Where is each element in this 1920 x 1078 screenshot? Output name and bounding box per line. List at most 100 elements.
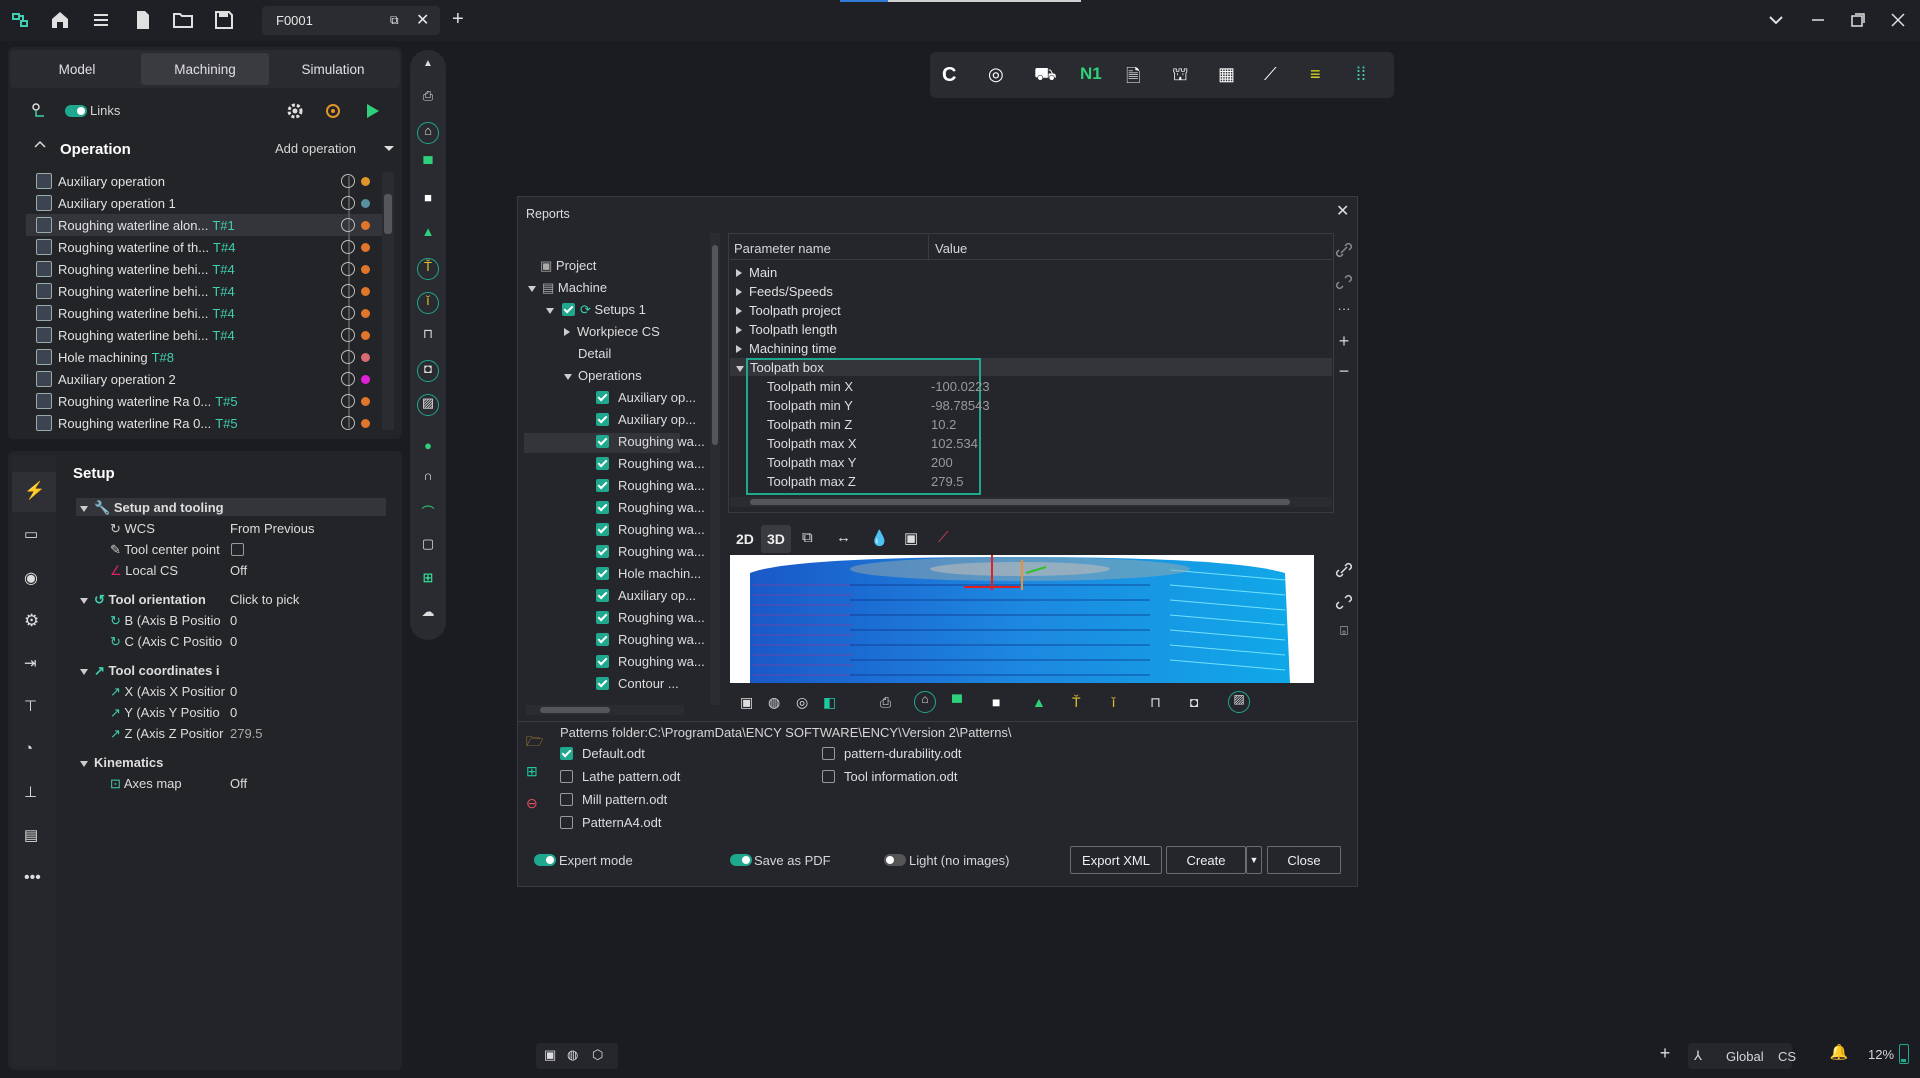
coordinate-system-selector[interactable]: ⅄ Global CS — [1688, 1043, 1796, 1069]
spindle-icon[interactable]: ⊓ — [1150, 694, 1161, 711]
machine-view-icon[interactable]: ⎙ — [880, 694, 891, 711]
operation-link-marker[interactable] — [341, 328, 355, 342]
operation-checkbox[interactable] — [596, 501, 609, 514]
new-file-icon[interactable] — [131, 8, 155, 32]
add-operation-button[interactable]: Add operation — [275, 141, 356, 156]
tree-vscrollbar[interactable] — [710, 233, 720, 705]
tool-center-point-checkbox[interactable] — [231, 543, 244, 556]
operation-checkbox[interactable] — [596, 677, 609, 690]
list-item[interactable]: Auxiliary operation 1 — [26, 192, 394, 214]
machine-icon[interactable]: ⛟ — [1034, 64, 1057, 86]
tree-operation-item[interactable]: Auxiliary op... — [618, 390, 696, 405]
target-icon[interactable] — [323, 101, 343, 121]
add-icon[interactable]: + — [1333, 331, 1355, 353]
screenshot-icon[interactable]: ⧉ — [802, 529, 813, 546]
list-item[interactable]: Roughing waterline behi... T#4 — [26, 280, 394, 302]
list-item[interactable]: Roughing waterline behi... T#4 — [26, 302, 394, 324]
menu-icon[interactable] — [89, 8, 113, 32]
tool-icon[interactable]: ǐ — [1112, 694, 1115, 710]
operation-checkbox[interactable] — [596, 611, 609, 624]
tree-operation-item[interactable]: Roughing wa... — [618, 610, 705, 625]
view-2d-button[interactable]: 2D — [736, 531, 754, 547]
save-icon[interactable] — [212, 8, 236, 32]
axis-c-value[interactable]: 0 — [230, 634, 237, 649]
stack-icon[interactable]: ≡ — [1310, 64, 1332, 86]
operation-checkbox[interactable] — [596, 413, 609, 426]
home-icon[interactable] — [48, 8, 72, 32]
list-item[interactable]: Auxiliary operation — [26, 170, 394, 192]
scrollbar-thumb[interactable] — [540, 707, 610, 713]
surface-icon[interactable]: ⌒ — [417, 502, 439, 524]
operation-checkbox[interactable] — [596, 567, 609, 580]
tools-box-icon[interactable]: ⛫ — [1172, 64, 1194, 86]
add-tab-icon[interactable]: + — [452, 8, 476, 32]
view-box-icon[interactable]: ▣ — [740, 694, 753, 711]
operation-checkbox[interactable] — [596, 633, 609, 646]
operation-checkbox[interactable] — [596, 589, 609, 602]
scrollbar-thumb[interactable] — [712, 245, 718, 445]
group-toolpath-length[interactable]: Toolpath length — [736, 322, 837, 337]
report-icon[interactable]: ▦ — [1218, 64, 1240, 86]
pattern-checkbox[interactable] — [560, 747, 573, 760]
head-icon[interactable]: ◘ — [1190, 694, 1198, 710]
tree-operation-item[interactable]: Roughing wa... — [618, 456, 705, 471]
close-tab-icon[interactable]: ✕ — [416, 6, 429, 35]
group-machining-time[interactable]: Machining time — [736, 341, 836, 356]
tree-detail[interactable]: Detail — [578, 346, 611, 361]
stock-icon[interactable]: ▀ — [417, 156, 439, 178]
compass-icon[interactable]: ◉ — [24, 568, 44, 588]
setup-icon[interactable]: ⚡ — [24, 481, 45, 501]
operation-link-marker[interactable] — [341, 262, 355, 276]
tree-operation-item[interactable]: Roughing wa... — [618, 632, 705, 647]
pattern-checkbox[interactable] — [560, 793, 573, 806]
export-xml-button[interactable]: Export XML — [1070, 846, 1162, 874]
operation-link-marker[interactable] — [341, 416, 355, 430]
operation-link-marker[interactable] — [341, 372, 355, 386]
curve-icon[interactable]: ∩ — [417, 468, 439, 490]
more-options-icon[interactable]: ··· — [1333, 301, 1355, 323]
group-toolpath-project[interactable]: Toolpath project — [736, 303, 841, 318]
toolpath-view-icon[interactable]: ⌂ — [914, 691, 936, 713]
tree-project[interactable]: ▣ Project — [540, 258, 596, 274]
close-dialog-icon[interactable]: ✕ — [1336, 201, 1349, 221]
close-window-icon[interactable] — [1886, 8, 1910, 32]
operation-link-marker[interactable] — [341, 174, 355, 188]
save-pdf-toggle[interactable] — [730, 854, 752, 866]
chevron-up-icon[interactable]: ▲ — [417, 58, 439, 80]
close-button[interactable]: Close — [1267, 846, 1341, 874]
unlink-icon[interactable] — [1333, 271, 1355, 293]
measure-icon[interactable]: ↔ — [836, 529, 851, 546]
notification-bell-icon[interactable]: 🔔 — [1826, 1043, 1852, 1069]
part-icon[interactable]: ■ — [992, 694, 1000, 710]
fixture-green-icon[interactable]: ▲ — [417, 224, 439, 246]
tool-icon[interactable]: ǐ — [417, 292, 439, 314]
operation-link-marker[interactable] — [341, 394, 355, 408]
operation-link-marker[interactable] — [341, 306, 355, 320]
param-hscrollbar[interactable] — [730, 497, 1332, 507]
fixture-icon[interactable]: ▲ — [1032, 694, 1046, 710]
tree-machine[interactable]: ▤ Machine — [528, 280, 607, 296]
list-item[interactable]: Roughing waterline Ra 0... T#5 — [26, 412, 394, 434]
3d-preview[interactable] — [730, 555, 1314, 683]
remove-pattern-icon[interactable]: ⊖ — [526, 795, 538, 812]
frame-icon[interactable]: ▣ — [904, 529, 918, 547]
operation-checkbox[interactable] — [596, 655, 609, 668]
axes-map-value[interactable]: Off — [230, 776, 247, 791]
list-item[interactable]: Roughing waterline behi... T#4 — [26, 324, 394, 346]
document-settings-icon[interactable]: 🗎 — [1126, 64, 1148, 86]
collapse-up-icon[interactable] — [34, 139, 46, 151]
tool-coordinates-section[interactable]: ↗ Tool coordinates i — [80, 663, 220, 679]
tree-workpiece[interactable]: Workpiece CS — [564, 324, 660, 339]
list-item[interactable]: Roughing waterline of th... T#4 — [26, 236, 394, 258]
file-tab[interactable]: F0001 ⧉ ✕ — [262, 6, 440, 35]
list-item-selected[interactable]: Roughing waterline alon... T#1 — [26, 214, 394, 236]
tree-operation-item[interactable]: Roughing wa... — [618, 544, 705, 559]
tree-operation-item[interactable]: Auxiliary op... — [618, 588, 696, 603]
wcs-value[interactable]: From Previous — [230, 521, 315, 536]
operation-scrollbar[interactable] — [382, 172, 394, 430]
scrollbar-thumb[interactable] — [750, 499, 1290, 505]
setups-checkbox[interactable] — [562, 303, 575, 316]
more-icon[interactable]: ••• — [24, 869, 44, 889]
open-folder-icon[interactable]: 🗁 — [526, 731, 543, 755]
tree-operation-item[interactable]: Contour ... — [618, 676, 679, 691]
